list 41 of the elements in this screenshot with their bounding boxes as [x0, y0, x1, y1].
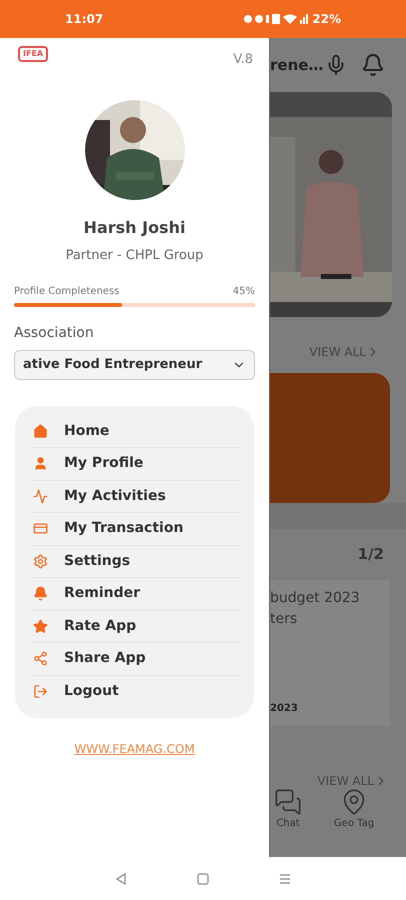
card-icon [33, 521, 48, 536]
news-title: budget 2023 [270, 588, 361, 608]
association-label: Association [14, 324, 95, 342]
news-title: ters [270, 610, 298, 628]
news-date: 2023 [270, 702, 299, 716]
user-role: Partner - CHPL Group [64, 247, 204, 265]
wifi-icon [283, 14, 298, 24]
clock-time: 11:07 [65, 11, 104, 28]
home-icon [33, 424, 48, 439]
bell-icon[interactable] [361, 53, 386, 77]
app-logo: IFEA [18, 46, 48, 62]
settings-icon [33, 554, 48, 569]
menu-item[interactable]: Share App [29, 643, 240, 676]
battery-percent: 22% [312, 11, 341, 28]
menu-item[interactable]: My Profile [29, 448, 240, 480]
chat-icon [274, 788, 302, 816]
version-label: V.8 [233, 51, 253, 69]
page-counter: 1/2 [358, 544, 384, 565]
menu-item[interactable]: Logout [29, 676, 240, 708]
menu-item[interactable]: Reminder [29, 578, 240, 610]
menu-item[interactable]: My Transaction [29, 513, 240, 546]
logout-icon [33, 684, 48, 700]
page-title: rene… [270, 54, 324, 76]
home-button-icon[interactable] [197, 872, 209, 884]
signal-icon [300, 14, 308, 24]
star-icon [33, 618, 48, 634]
user-name: Harsh Joshi [82, 217, 186, 239]
completeness-label: Profile Completeness [14, 284, 120, 298]
menu-item[interactable]: Settings [29, 546, 240, 578]
news-card[interactable]: budget 2023 ters 2023 [270, 580, 390, 726]
share-icon [33, 651, 48, 666]
activity-icon [33, 488, 48, 504]
back-icon[interactable] [115, 872, 127, 884]
bell-icon [33, 586, 48, 602]
person-icon [33, 456, 48, 472]
menu-item[interactable]: Rate App [29, 610, 240, 643]
completeness-percent: 45% [232, 284, 255, 298]
menu-item[interactable]: My Activities [29, 480, 240, 513]
menu-item[interactable]: Home [29, 416, 240, 448]
recent-apps-icon[interactable] [279, 872, 291, 884]
association-dropdown[interactable]: ative Food Entrepreneur [14, 350, 255, 380]
